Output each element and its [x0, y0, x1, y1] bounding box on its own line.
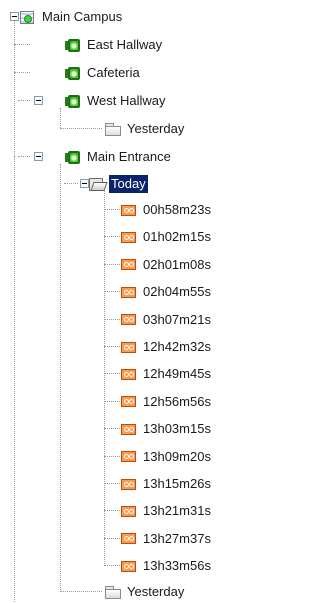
tree-connector: [104, 291, 120, 293]
tree-connector: [104, 428, 120, 430]
tree-node-label: Today: [109, 175, 148, 193]
tree-connector: [64, 183, 78, 184]
tree-connector: [60, 591, 102, 592]
tree-connector: [104, 537, 120, 539]
tree-connector-main: [60, 164, 61, 592]
collapse-toggle[interactable]: [10, 12, 19, 21]
tree-node-label: 12h56m56s: [143, 393, 211, 409]
tree-node-label: 02h04m55s: [143, 284, 211, 300]
video-clip-icon: [120, 558, 137, 575]
tree-connector: [104, 209, 120, 210]
folder-icon: [104, 121, 121, 138]
camera-icon: [64, 65, 81, 82]
tree-node-label: West Hallway: [87, 93, 166, 108]
tree-connector: [104, 483, 120, 484]
tree-connector: [14, 72, 30, 73]
tree-connector: [104, 373, 120, 375]
folder-open-icon: [88, 176, 105, 193]
tree-node-clip[interactable]: 13h27m37s: [120, 528, 213, 550]
tree-node-label: 13h33m56s: [143, 558, 211, 574]
tree-node-main-campus[interactable]: Main Campus: [19, 6, 124, 28]
tree-connector: [104, 263, 120, 265]
video-clip-icon: [120, 448, 137, 465]
collapse-toggle[interactable]: [34, 152, 43, 161]
tree-node-clip[interactable]: 12h49m45s: [120, 363, 213, 385]
video-clip-icon: [120, 229, 137, 246]
tree-node-west-yesterday[interactable]: Yesterday: [104, 118, 186, 140]
tree-connector: [104, 510, 120, 512]
tree-connector: [104, 346, 120, 347]
tree-connector-today: [104, 191, 105, 564]
tree-connector: [18, 156, 30, 157]
tree-node-clip[interactable]: 13h21m31s: [120, 500, 213, 522]
camera-icon: [64, 37, 81, 54]
camera-icon: [64, 93, 81, 110]
tree-node-clip[interactable]: 02h04m55s: [120, 281, 213, 303]
video-clip-icon: [120, 503, 137, 520]
tree-connector: [104, 565, 120, 567]
video-clip-icon: [120, 393, 137, 410]
collapse-toggle[interactable]: [34, 96, 43, 105]
tree-node-label: 13h27m37s: [143, 530, 211, 546]
folder-icon: [104, 584, 121, 601]
tree-node-cafeteria[interactable]: Cafeteria: [64, 62, 142, 84]
tree-node-label: Yesterday: [127, 121, 185, 136]
tree-node-label: Main Campus: [42, 9, 123, 24]
tree-node-label: Cafeteria: [87, 65, 140, 80]
tree-connector: [14, 44, 30, 45]
tree-node-label: 13h03m15s: [143, 421, 211, 437]
tree-node-label: 00h58m23s: [143, 202, 211, 217]
video-clip-icon: [120, 421, 137, 438]
tree-node-label: Yesterday: [127, 584, 185, 599]
video-clip-icon: [120, 256, 137, 273]
tree-node-clip[interactable]: 01h02m15s: [120, 226, 213, 248]
camera-icon: [64, 149, 81, 166]
tree-node-clip[interactable]: 13h33m56s: [120, 555, 213, 577]
tree-connector: [104, 236, 120, 238]
tree-connector: [18, 100, 30, 101]
tree-node-label: 13h15m26s: [143, 476, 211, 491]
tree-node-label: East Hallway: [87, 37, 163, 52]
tree-connector: [104, 400, 120, 402]
tree-node-label: 02h01m08s: [143, 256, 211, 272]
video-clip-icon: [120, 530, 137, 547]
tree-node-east-hallway[interactable]: East Hallway: [64, 34, 164, 56]
tree-node-label: Main Entrance: [87, 149, 171, 164]
tree-node-clip[interactable]: 13h09m20s: [120, 446, 213, 468]
tree-node-label: 12h42m32s: [143, 339, 211, 354]
tree-node-label: 12h49m45s: [143, 366, 211, 382]
tree-connector-root-tail: [14, 156, 15, 602]
video-clip-icon: [120, 476, 137, 493]
tree-node-clip[interactable]: 12h56m56s: [120, 391, 213, 413]
tree-node-label: 13h21m31s: [143, 503, 211, 519]
video-clip-icon: [120, 311, 137, 328]
tree-connector-root: [14, 16, 15, 156]
tree-node-main-entrance[interactable]: Main Entrance: [64, 146, 173, 168]
tree-connector: [104, 455, 120, 457]
tree-node-label: 03h07m21s: [143, 311, 211, 327]
tree-node-west-hallway[interactable]: West Hallway: [64, 90, 168, 112]
video-clip-icon: [120, 284, 137, 301]
tree-node-main-yesterday[interactable]: Yesterday: [104, 581, 186, 603]
tree-connector-west: [60, 108, 61, 128]
video-clip-icon: [120, 339, 137, 356]
video-clip-icon: [120, 202, 137, 219]
tree-node-clip[interactable]: 12h42m32s: [120, 336, 213, 358]
tree-node-today[interactable]: Today: [88, 173, 148, 195]
tree-node-clip[interactable]: 00h58m23s: [120, 199, 213, 221]
tree-node-clip[interactable]: 02h01m08s: [120, 254, 213, 276]
video-clip-icon: [120, 366, 137, 383]
tree-node-clip[interactable]: 13h03m15s: [120, 418, 213, 440]
tree-node-clip[interactable]: 13h15m26s: [120, 473, 213, 495]
tree-connector: [60, 128, 102, 129]
campus-icon: [19, 9, 36, 26]
tree-node-label: 13h09m20s: [143, 448, 211, 464]
tree-connector: [104, 318, 120, 320]
tree-node-clip[interactable]: 03h07m21s: [120, 309, 213, 331]
tree-node-label: 01h02m15s: [143, 229, 211, 245]
